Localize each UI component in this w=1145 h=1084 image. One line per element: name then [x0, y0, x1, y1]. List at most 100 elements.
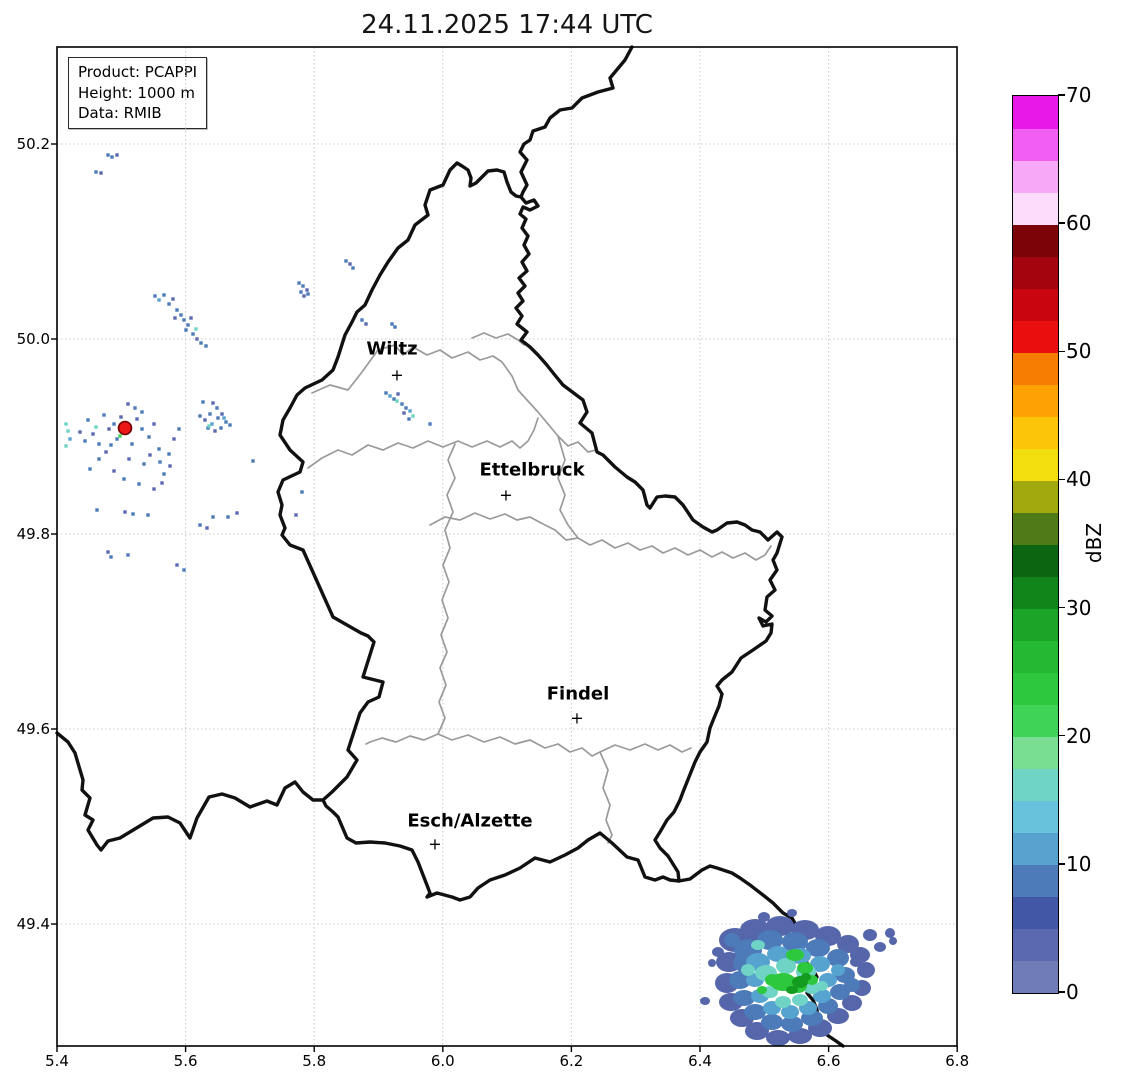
colorbar-tick-mark: [1058, 606, 1065, 609]
radar-echo-pixel: [184, 328, 188, 332]
radar-echo-pixel: [64, 422, 68, 426]
radar-echo-pixel: [204, 344, 208, 348]
precipitation-cell-blob: [741, 964, 755, 976]
radar-echo-pixel: [182, 568, 186, 572]
city-label: Esch/Alzette: [407, 810, 533, 832]
colorbar-tick-label: 40: [1066, 467, 1092, 492]
colorbar-band: [1013, 928, 1058, 962]
radar-echo-pixel: [220, 412, 224, 416]
x-tick-label: 6.6: [816, 1052, 841, 1070]
radar-echo-pixel: [68, 437, 72, 441]
radar-site-marker: [117, 420, 133, 436]
radar-echo-pixel: [97, 457, 101, 461]
radar-echo-pixel: [115, 437, 119, 441]
radar-echo-pixel: [235, 511, 239, 515]
precipitation-cell-blob: [708, 959, 716, 967]
colorbar-tick-label: 50: [1066, 339, 1092, 364]
radar-echo-pixel: [186, 323, 190, 327]
radar-echo-pixel: [167, 452, 171, 456]
radar-echo-pixel: [107, 427, 111, 431]
colorbar-tick-mark: [1058, 863, 1065, 865]
radar-echo-pixel: [173, 316, 177, 320]
radar-echo-pixel: [388, 394, 392, 398]
canton-border: [429, 512, 579, 541]
colorbar-band: [1013, 416, 1058, 449]
colorbar-band: [1013, 224, 1058, 257]
colorbar-tick-mark: [1058, 991, 1065, 993]
city-marker: +: [390, 365, 404, 385]
radar-echo-pixel: [88, 467, 92, 471]
precipitation-cell-blob: [787, 909, 797, 917]
radar-echo-pixel: [122, 477, 126, 481]
radar-echo-pixel: [133, 406, 137, 410]
radar-echo-pixel: [109, 443, 113, 447]
x-tick-label: 6.4: [688, 1052, 712, 1070]
radar-echo-pixel: [153, 294, 157, 298]
radar-echo-pixel: [251, 459, 255, 463]
colorbar-band: [1013, 768, 1058, 802]
radar-echo-pixel: [110, 155, 114, 159]
map-plot-area: [51, 45, 958, 1052]
radar-echo-pixel: [395, 399, 399, 403]
precipitation-cell-blob: [792, 994, 808, 1006]
radar-echo-pixel: [384, 391, 388, 395]
colorbar: [1012, 95, 1059, 994]
radar-echo-pixel: [95, 508, 99, 512]
canton-border: [365, 733, 439, 745]
precipitation-cell-blob: [850, 957, 862, 967]
radar-echo-pixel: [102, 413, 106, 417]
axes-frame: [56, 46, 958, 1047]
colorbar-band: [1013, 864, 1058, 898]
radar-echo-pixel: [140, 410, 144, 414]
x-tick-label: 6.2: [559, 1052, 584, 1070]
colorbar-band: [1013, 608, 1058, 642]
radar-echo-pixel: [207, 424, 211, 428]
radar-echo-pixel: [201, 400, 205, 404]
radar-echo-pixel: [104, 450, 108, 454]
colorbar-band: [1013, 736, 1058, 770]
y-tick-label: 49.8: [16, 525, 50, 543]
radar-echo-pixel: [148, 453, 152, 457]
precipitation-cell-blob: [863, 929, 877, 941]
colorbar-band: [1013, 256, 1058, 289]
radar-echo-pixel: [348, 262, 352, 266]
radar-echo-pixel: [167, 302, 171, 306]
radar-echo-pixel: [222, 416, 226, 420]
radar-echo-pixel: [179, 313, 183, 317]
radar-echo-pixel: [99, 171, 103, 175]
radar-echo-pixel: [94, 425, 98, 429]
city-label: Findel: [546, 683, 610, 705]
radar-echo-pixel: [162, 472, 166, 476]
city-marker: +: [428, 834, 442, 854]
radar-echo-pixel: [123, 510, 127, 514]
colorbar-band: [1013, 832, 1058, 866]
radar-echo-pixel: [106, 550, 110, 554]
radar-echo-pixel: [402, 411, 406, 415]
colorbar-tick-label: 20: [1066, 723, 1092, 748]
radar-echo-pixel: [211, 515, 215, 519]
radar-echo-pixel: [351, 266, 355, 270]
precipitation-cell-blob: [758, 912, 770, 922]
precipitation-cell-blob: [724, 933, 740, 947]
precipitation-cell-blob: [797, 962, 813, 974]
x-tick-label: 5.4: [45, 1052, 69, 1070]
radar-echo-pixel: [189, 316, 193, 320]
radar-echo-pixel: [302, 294, 306, 298]
precipitation-cell-blob: [801, 973, 811, 981]
precipitation-cell-blob: [786, 949, 804, 961]
radar-echo-pixel: [142, 462, 146, 466]
radar-echo-pixel: [305, 288, 309, 292]
radar-echo-pixel: [408, 409, 412, 413]
radar-echo-pixel: [213, 429, 217, 433]
canton-border: [599, 743, 692, 753]
colorbar-band: [1013, 384, 1058, 417]
radar-echo-pixel: [94, 170, 98, 174]
radar-echo-pixel: [407, 417, 411, 421]
colorbar-band: [1013, 160, 1058, 193]
colorbar-band: [1013, 512, 1058, 545]
radar-echo-pixel: [191, 332, 195, 336]
radar-echo-pixel: [390, 322, 394, 326]
precipitation-cell-blob: [889, 937, 897, 945]
city-marker: +: [499, 485, 513, 505]
city-marker: +: [570, 708, 584, 728]
